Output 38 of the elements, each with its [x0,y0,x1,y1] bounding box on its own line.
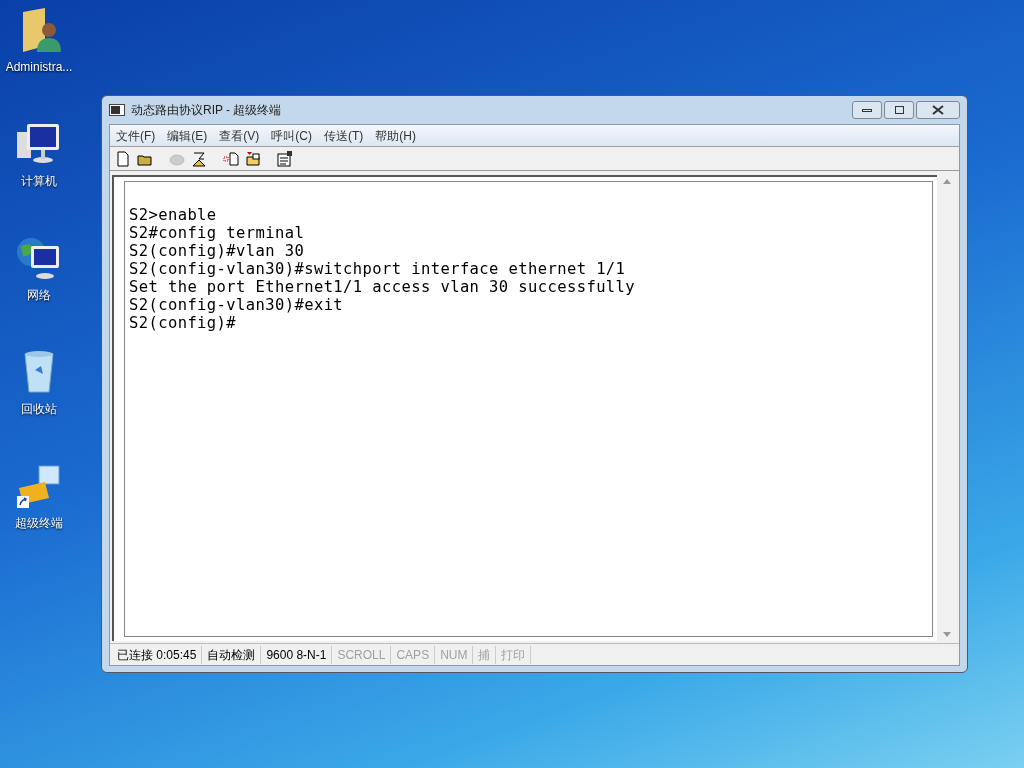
terminal-screen[interactable]: S2>enable S2#config terminal S2(config)#vlan 30 S2(config-vlan30)#switchport interface ethernet 1/1 Set the port Ethernet1/1 access vlan 30 successfully S2(config-vlan30)#exit S2(config)# [112,175,937,641]
new-document-icon[interactable] [114,149,132,168]
send-file-icon[interactable] [222,149,240,168]
terminal-line: Set the port Ethernet1/1 access vlan 30 successfully [129,278,637,296]
status-pane: 自动检测 [202,645,262,664]
status-pane: 9600 8-N-1 [261,645,333,664]
desktop-icon-label[interactable]: 超级终端 [15,514,63,532]
terminal-line: S2(config)#vlan 30 [129,242,306,260]
status-pane: 捕 [473,645,497,664]
terminal-line: S2>enable [129,206,218,224]
close-icon [932,105,944,115]
desktop-icon-label[interactable]: 网络 [27,286,51,304]
desktop-icon-label[interactable]: 回收站 [21,400,57,418]
status-pane: NUM [435,645,474,664]
close-button[interactable] [916,101,960,119]
status-pane: SCROLL [332,645,392,664]
menu-item[interactable]: 呼叫(C) [271,126,312,145]
receive-file-icon[interactable] [244,149,262,168]
terminal-shortcut-icon [15,462,63,510]
menu-item[interactable]: 查看(V) [219,126,260,145]
menu-item[interactable]: 文件(F) [116,126,156,145]
status-pane: 打印 [496,645,532,664]
terminal-line: S2#config terminal [129,224,306,242]
status-pane: CAPS [391,645,436,664]
status-pane: 已连接 0:05:45 [112,645,203,664]
maximize-button[interactable] [884,101,914,119]
terminal-line: S2(config-vlan30)#switchport interface ethernet 1/1 [129,260,627,278]
terminal-line: S2(config)# [129,314,238,332]
menu-item[interactable]: 编辑(E) [167,126,208,145]
terminal-line: S2(config-vlan30)#exit [129,296,345,314]
menu-item[interactable]: 传送(T) [324,126,364,145]
desktop-icon-label[interactable]: Administra... [5,58,73,76]
menu-item[interactable]: 帮助(H) [375,126,416,145]
minimize-button[interactable] [852,101,882,119]
desktop-icon-label[interactable]: 计算机 [21,172,57,190]
app-icon [109,104,125,116]
properties-icon[interactable] [276,149,294,168]
window-title: 动态路由协议RIP - 超级终端 [131,102,282,119]
